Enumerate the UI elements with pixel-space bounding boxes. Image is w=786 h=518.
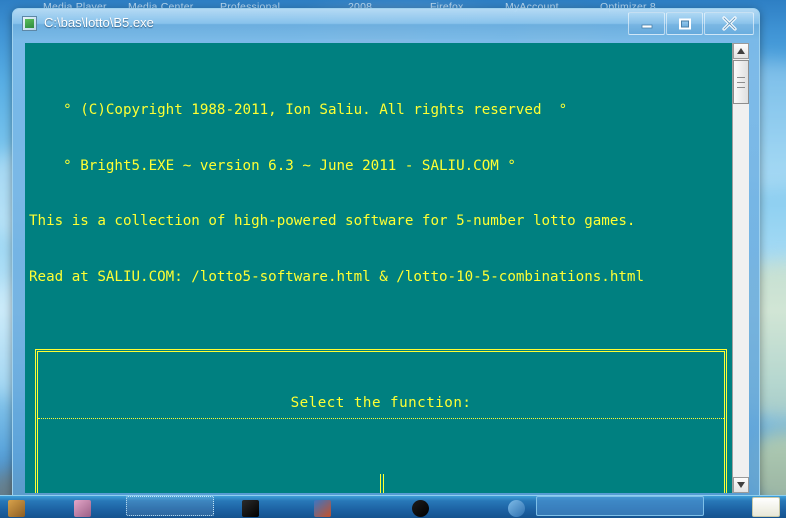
scroll-thumb-grip bbox=[737, 77, 745, 78]
desktop: Media Player Media Center Professional 2… bbox=[0, 0, 786, 518]
menu-column-right: A Advance to Menu #2 ▶ M MDIEditor - 32-… bbox=[383, 474, 724, 493]
taskbar-icon[interactable] bbox=[74, 500, 91, 517]
menu-column-left: T Basic Tutorial (in Notepad) I Info Men… bbox=[38, 474, 381, 493]
menu-grid: T Basic Tutorial (in Notepad) I Info Men… bbox=[38, 474, 724, 493]
window-title-bar[interactable]: C:\bas\lotto\B5.exe bbox=[13, 9, 759, 39]
scroll-up-arrow-icon[interactable] bbox=[733, 43, 749, 59]
taskbar[interactable] bbox=[0, 495, 786, 518]
console-output: ° (C)Copyright 1988-2011, Ion Saliu. All… bbox=[25, 43, 732, 493]
taskbar-icon[interactable] bbox=[8, 500, 25, 517]
console-app-icon bbox=[22, 16, 37, 31]
taskbar-icon[interactable] bbox=[314, 500, 331, 517]
minimize-button[interactable] bbox=[628, 12, 665, 35]
console-header-line: Read at SALIU.COM: /lotto5-software.html… bbox=[29, 269, 644, 286]
taskbar-icon[interactable] bbox=[508, 500, 525, 517]
console-header-line: ° Bright5.EXE ~ version 6.3 ~ June 2011 … bbox=[29, 157, 516, 174]
close-button[interactable] bbox=[704, 12, 754, 35]
scroll-thumb-grip bbox=[737, 82, 745, 83]
system-tray-icon[interactable] bbox=[752, 497, 780, 517]
maximize-button[interactable] bbox=[666, 12, 703, 35]
taskbar-window-button[interactable] bbox=[536, 496, 704, 516]
console-window: C:\bas\lotto\B5.exe ° (C)Copyright 1988-… bbox=[12, 8, 760, 500]
function-menu-table: Select the function: T Basic Tutorial (i… bbox=[35, 348, 727, 493]
menu-title: Select the function: bbox=[38, 389, 724, 419]
console-header-line: This is a collection of high-powered sof… bbox=[29, 213, 636, 230]
console-header-line: ° (C)Copyright 1988-2011, Ion Saliu. All… bbox=[29, 101, 568, 118]
vertical-scrollbar[interactable] bbox=[732, 43, 749, 493]
scroll-down-arrow-icon[interactable] bbox=[733, 477, 749, 493]
scroll-thumb[interactable] bbox=[733, 60, 749, 104]
window-controls bbox=[627, 12, 754, 35]
scroll-thumb-grip bbox=[737, 87, 745, 88]
taskbar-icon[interactable] bbox=[412, 500, 429, 517]
console-client-area: ° (C)Copyright 1988-2011, Ion Saliu. All… bbox=[25, 43, 749, 493]
taskbar-icon[interactable] bbox=[242, 500, 259, 517]
taskbar-window-button[interactable] bbox=[126, 496, 214, 516]
window-title: C:\bas\lotto\B5.exe bbox=[44, 15, 154, 30]
